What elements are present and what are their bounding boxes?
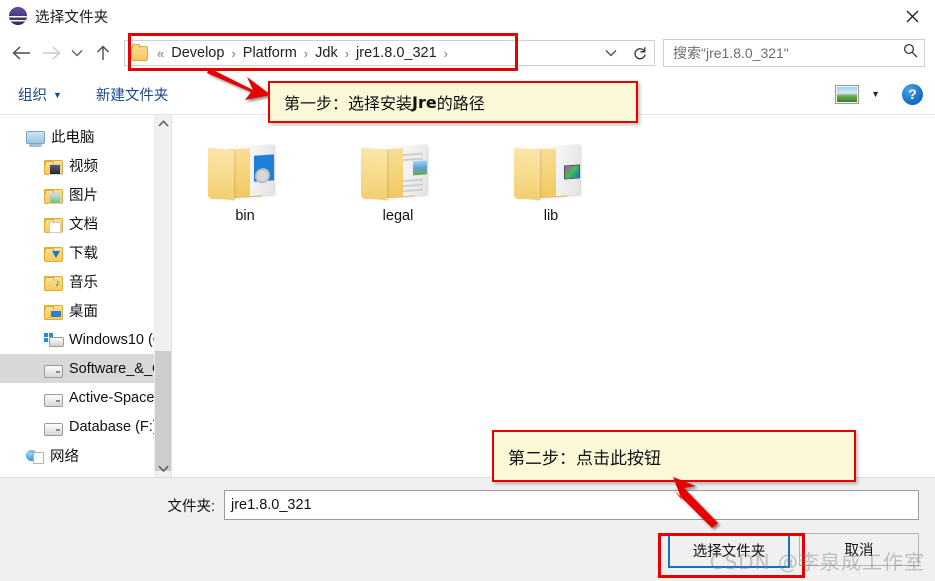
- folder-name-input[interactable]: jre1.8.0_321: [224, 490, 919, 520]
- view-options-chevron-down-icon[interactable]: ▼: [871, 89, 880, 99]
- sidebar-item-music[interactable]: ♪ 音乐: [0, 267, 171, 296]
- address-dropdown-icon[interactable]: [596, 40, 626, 66]
- breadcrumb-prefix: «: [157, 45, 165, 61]
- cancel-button[interactable]: 取消: [799, 533, 919, 566]
- list-item[interactable]: bin: [206, 139, 284, 224]
- navigation-scrollbar[interactable]: [154, 115, 171, 477]
- chevron-down-icon[interactable]: [155, 460, 171, 477]
- recent-locations-button[interactable]: [66, 38, 88, 68]
- close-icon[interactable]: [889, 0, 935, 32]
- chevron-up-icon[interactable]: [155, 115, 171, 132]
- music-folder-icon: ♪: [44, 274, 63, 291]
- network-icon: [26, 449, 44, 464]
- picture-view-icon[interactable]: [835, 84, 860, 104]
- sidebar-item-label: 下载: [69, 246, 98, 262]
- sidebar-item-pictures[interactable]: 图片: [0, 180, 171, 209]
- file-name: lib: [543, 208, 559, 224]
- folder-with-docs-icon: [361, 139, 435, 201]
- drive-icon: [44, 419, 63, 436]
- sidebar-item-documents[interactable]: 文档: [0, 209, 171, 238]
- list-item[interactable]: lib: [512, 139, 590, 224]
- organize-label: 组织: [18, 87, 47, 104]
- sidebar-item-label: 图片: [69, 188, 98, 204]
- drive-icon: [44, 361, 63, 378]
- up-button[interactable]: [88, 38, 118, 68]
- drive-icon: [44, 390, 63, 407]
- desktop-folder-icon: [44, 303, 63, 320]
- sidebar-item-desktop[interactable]: 桌面: [0, 296, 171, 325]
- file-items: bin legal lib: [172, 115, 935, 224]
- dialog-footer: 文件夹: jre1.8.0_321 选择文件夹 取消: [0, 477, 935, 581]
- breadcrumb-separator: ›: [303, 45, 309, 61]
- folder-field-label: 文件夹:: [167, 498, 215, 515]
- breadcrumb-container[interactable]: « Develop › Platform › Jdk › jre1.8.0_32…: [124, 40, 655, 66]
- list-item[interactable]: legal: [359, 139, 437, 224]
- sidebar-item-label: 桌面: [69, 304, 98, 320]
- chevron-down-icon: ▼: [53, 90, 62, 100]
- sidebar-item-label: 视频: [69, 159, 98, 175]
- breadcrumb-item-platform[interactable]: Platform: [241, 45, 299, 61]
- folder-tree: 此电脑 视频 图片 文档 下载 ♪ 音乐 桌面 Windows10 (C:) S…: [0, 115, 171, 470]
- new-folder-button[interactable]: 新建文件夹: [96, 84, 169, 105]
- this-pc-icon: [26, 129, 45, 147]
- sidebar-item-this-pc[interactable]: 此电脑: [0, 122, 171, 151]
- sidebar-item-label: 音乐: [69, 275, 98, 291]
- search-input[interactable]: 搜索"jre1.8.0_321": [663, 39, 925, 67]
- refresh-icon[interactable]: [626, 40, 655, 66]
- videos-folder-icon: [44, 158, 63, 175]
- sidebar-item-active-space-drive[interactable]: Active-Space (E: [0, 383, 171, 412]
- organize-button[interactable]: 组织 ▼: [18, 84, 62, 105]
- breadcrumb-separator: ›: [231, 45, 236, 61]
- select-folder-button[interactable]: 选择文件夹: [668, 533, 790, 568]
- sidebar-item-videos[interactable]: 视频: [0, 151, 171, 180]
- breadcrumb-separator: ›: [443, 45, 449, 61]
- dialog-buttons: 选择文件夹 取消: [0, 520, 935, 581]
- downloads-folder-icon: [44, 245, 63, 262]
- back-button[interactable]: [6, 38, 36, 68]
- file-name: legal: [382, 208, 414, 224]
- sidebar-item-label: 网络: [50, 449, 79, 465]
- sidebar-item-database-drive[interactable]: Database (F:): [0, 412, 171, 441]
- breadcrumb-separator: ›: [344, 45, 350, 61]
- sidebar-item-label: Database (F:): [69, 418, 158, 435]
- breadcrumb-item-jdk[interactable]: Jdk: [313, 45, 340, 61]
- pictures-folder-icon: [44, 187, 63, 204]
- sidebar-item-network[interactable]: 网络: [0, 441, 171, 470]
- windows-drive-icon: [44, 332, 64, 348]
- title-bar: 选择文件夹: [0, 0, 935, 32]
- search-icon: [903, 43, 918, 63]
- forward-button: [36, 38, 66, 68]
- sidebar-item-label: 文档: [69, 217, 98, 233]
- sidebar-item-downloads[interactable]: 下载: [0, 238, 171, 267]
- search-placeholder: 搜索"jre1.8.0_321": [673, 45, 789, 61]
- folder-picker-window: 选择文件夹 « Develop › Platform › Jdk › jre1.…: [0, 0, 935, 581]
- breadcrumb[interactable]: « Develop › Platform › Jdk › jre1.8.0_32…: [124, 40, 596, 66]
- sidebar-item-software-drive[interactable]: Software_&_Ou: [0, 354, 171, 383]
- breadcrumb-item-jre[interactable]: jre1.8.0_321: [354, 45, 439, 61]
- file-list-pane[interactable]: bin legal lib: [172, 115, 935, 477]
- content-split: 此电脑 视频 图片 文档 下载 ♪ 音乐 桌面 Windows10 (C:) S…: [0, 115, 935, 477]
- new-folder-label: 新建文件夹: [95, 87, 169, 104]
- folder-icon: [131, 43, 148, 61]
- breadcrumb-item-develop[interactable]: Develop: [169, 45, 226, 61]
- folder-with-lib-icon: [514, 139, 588, 201]
- navigation-pane: 此电脑 视频 图片 文档 下载 ♪ 音乐 桌面 Windows10 (C:) S…: [0, 115, 171, 477]
- help-button[interactable]: ?: [902, 83, 923, 105]
- sidebar-item-windows-c[interactable]: Windows10 (C:): [0, 325, 171, 354]
- sidebar-item-label: 此电脑: [51, 130, 95, 146]
- folder-with-app-icon: [208, 139, 282, 201]
- java-coffee-icon: [9, 7, 27, 25]
- documents-folder-icon: [44, 216, 63, 233]
- file-name: bin: [235, 208, 255, 224]
- window-title: 选择文件夹: [35, 9, 109, 26]
- command-bar: 组织 ▼ 新建文件夹 ▼ ?: [0, 74, 935, 115]
- scrollbar-thumb[interactable]: [155, 351, 171, 471]
- address-bar: « Develop › Platform › Jdk › jre1.8.0_32…: [0, 32, 935, 74]
- folder-field-row: 文件夹: jre1.8.0_321: [0, 490, 935, 520]
